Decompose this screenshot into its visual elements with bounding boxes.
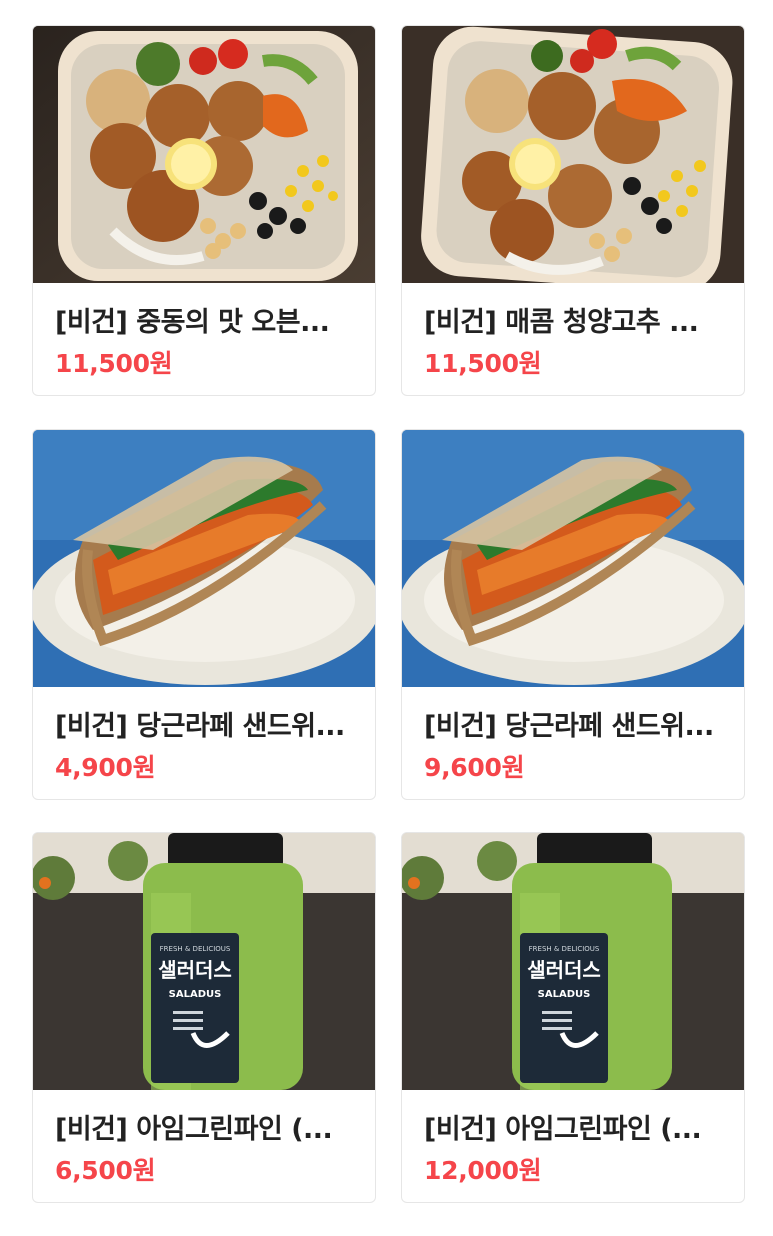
bottle-label-en: SALADUS: [169, 989, 222, 1000]
product-price: 11,500원: [424, 349, 542, 378]
product-image-falafel-bowl[interactable]: [33, 26, 375, 283]
product-grid: [비건] 중동의 맛 오븐... 11,500원 [비건] 매콤 청양고추 ..…: [0, 0, 773, 1236]
product-name[interactable]: [비건] 당근라페 샌드위...: [55, 704, 355, 743]
product-name[interactable]: [비건] 중동의 맛 오븐...: [55, 300, 355, 339]
bottle-label-top: FRESH & DELICIOUS: [529, 945, 600, 953]
product-price: 11,500원: [55, 349, 173, 378]
product-price: 4,900원: [55, 753, 156, 782]
product-name[interactable]: [비건] 당근라페 샌드위...: [424, 704, 724, 743]
product-image-falafel-bowl[interactable]: [402, 26, 744, 283]
bottle-label-ko: 샐러더스: [158, 958, 232, 982]
bottle-label-top: FRESH & DELICIOUS: [160, 945, 231, 953]
product-card[interactable]: FRESH & DELICIOUS 샐러더스 SALADUS [비건] 아임그린…: [401, 832, 745, 1203]
product-image-carrot-sandwich[interactable]: [402, 430, 744, 687]
product-image-green-juice-bottle[interactable]: FRESH & DELICIOUS 샐러더스 SALADUS: [33, 833, 375, 1090]
product-price: 9,600원: [424, 753, 525, 782]
bottle-label-ko: 샐러더스: [527, 958, 601, 982]
product-price: 6,500원: [55, 1156, 156, 1185]
product-price: 12,000원: [424, 1156, 542, 1185]
product-card[interactable]: [비건] 당근라페 샌드위... 4,900원: [32, 429, 376, 800]
product-card[interactable]: FRESH & DELICIOUS 샐러더스 SALADUS [비건] 아임그린…: [32, 832, 376, 1203]
bottle-label-en: SALADUS: [538, 989, 591, 1000]
product-card[interactable]: [비건] 중동의 맛 오븐... 11,500원: [32, 25, 376, 396]
product-card[interactable]: [비건] 당근라페 샌드위... 9,600원: [401, 429, 745, 800]
product-name[interactable]: [비건] 아임그린파인 (...: [55, 1107, 355, 1146]
product-card[interactable]: [비건] 매콤 청양고추 ... 11,500원: [401, 25, 745, 396]
product-image-carrot-sandwich[interactable]: [33, 430, 375, 687]
product-image-green-juice-bottle[interactable]: FRESH & DELICIOUS 샐러더스 SALADUS: [402, 833, 744, 1090]
product-name[interactable]: [비건] 매콤 청양고추 ...: [424, 300, 724, 339]
product-name[interactable]: [비건] 아임그린파인 (...: [424, 1107, 724, 1146]
